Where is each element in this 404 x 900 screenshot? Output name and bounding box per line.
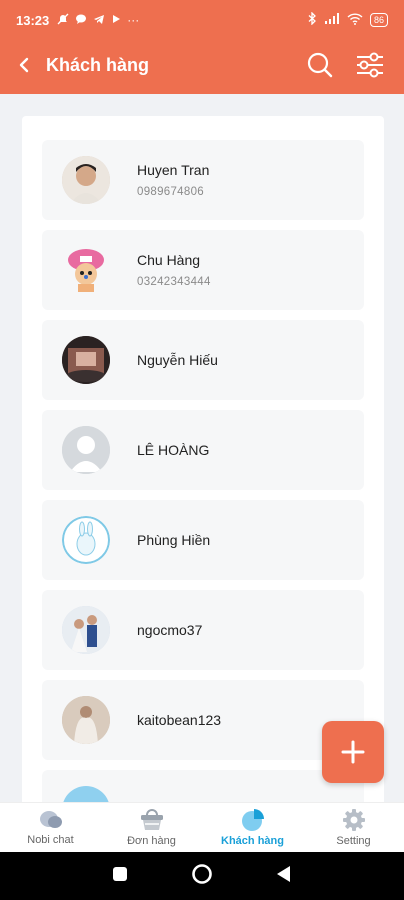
back-arrow-icon [19,57,29,73]
customer-name: LÊ HOÀNG [137,442,210,458]
avatar [62,246,110,294]
search-icon [307,52,333,78]
tab-label: Đơn hàng [127,835,176,847]
avatar [62,606,110,654]
signal-icon [324,12,340,28]
avatar [62,516,110,564]
customer-name: Huyen Tran [137,162,210,178]
search-button[interactable] [304,49,336,81]
customer-name: Chu Hàng [137,252,201,268]
page-title: Khách hàng [46,54,150,75]
battery-indicator: 86 [369,13,388,27]
basket-icon [140,809,163,830]
customer-card[interactable]: Phùng Hiền [42,500,364,580]
bottom-nav: Nobi chat Đơn hàng Khách hàng Setting [0,802,404,852]
tab-label: Nobi chat [27,834,74,846]
customer-name: Phùng Hiền [137,532,211,548]
filter-button[interactable] [354,49,386,81]
customer-phone: 03242343444 [137,276,211,288]
notification-icons: ··· [57,13,139,28]
tab-setting[interactable]: Setting [303,803,404,852]
add-customer-button[interactable] [322,721,384,783]
back-button[interactable] [2,43,46,87]
customer-card[interactable]: LÊ HOÀNG [42,410,364,490]
circle-icon [192,863,212,884]
tab-khach-hang[interactable]: Khách hàng [202,803,303,852]
customer-name: kaitobean123 [137,712,222,728]
plus-icon [341,740,365,764]
telegram-icon [93,13,105,28]
tab-label: Setting [336,835,371,847]
customer-card[interactable]: kaitobean123 [42,680,364,760]
wifi-icon [347,12,363,28]
chat-bubble-icon [75,13,87,28]
system-navigation-bar [0,852,404,900]
avatar [62,426,110,474]
customer-panel: Huyen Tran 0989674806 Chu Hàng 032423434… [22,116,384,816]
avatar [62,336,110,384]
tab-don-hang[interactable]: Đơn hàng [101,803,202,852]
bluetooth-icon [308,11,317,28]
customer-name: Nguyễn Hiếu [137,352,218,368]
avatar [62,156,110,204]
chat-icon [39,811,62,828]
triangle-back-icon [277,865,291,882]
recents-button[interactable] [112,866,128,887]
home-button[interactable] [191,863,213,890]
mute-icon [57,13,69,28]
app-bar: Khách hàng [0,40,404,90]
gear-icon [342,809,365,831]
avatar [62,696,110,744]
status-bar: 13:23 ··· 86 [0,0,404,40]
customer-name: ngocmo37 [137,622,203,638]
play-icon [111,13,121,27]
customer-card[interactable]: Huyen Tran 0989674806 [42,140,364,220]
customer-card[interactable]: ngocmo37 [42,590,364,670]
more-dots-icon: ··· [127,13,140,27]
square-icon [112,866,127,881]
customer-phone: 0989674806 [137,186,204,198]
filter-sliders-icon [357,52,383,78]
status-right: 86 [308,11,388,28]
tab-label: Khách hàng [221,835,284,847]
customer-card[interactable]: Chu Hàng 03242343444 [42,230,364,310]
status-time: 13:23 [16,12,50,28]
customer-pie-icon [241,809,264,831]
app-header: 13:23 ··· 86 Khách hàng [0,0,404,94]
default-user-icon [62,426,110,474]
customer-card[interactable]: Nguyễn Hiếu [42,320,364,400]
system-back-button[interactable] [276,865,292,888]
customer-list: Huyen Tran 0989674806 Chu Hàng 032423434… [42,140,364,816]
tab-nobi-chat[interactable]: Nobi chat [0,803,101,852]
